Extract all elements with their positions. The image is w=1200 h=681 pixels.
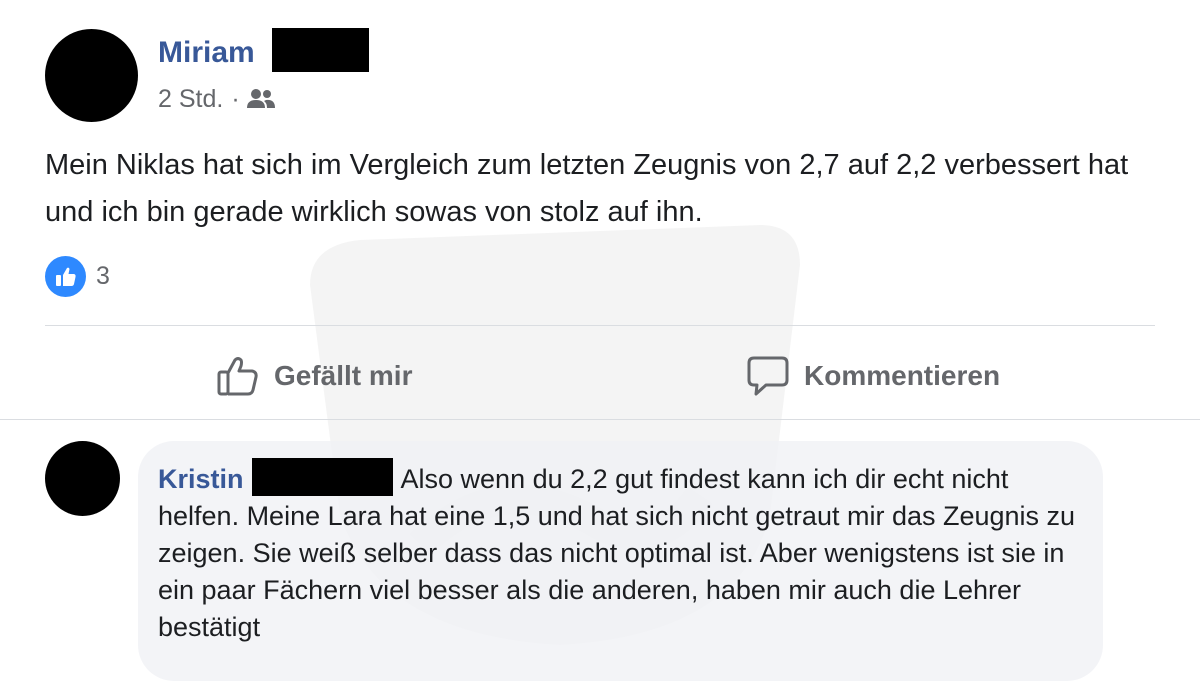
meta-separator: ·	[231, 85, 240, 113]
reaction-summary[interactable]: 3	[45, 256, 110, 297]
post-meta: 2 Std. ·	[158, 84, 276, 114]
comment-button-label: Kommentieren	[804, 360, 1001, 391]
post-timestamp[interactable]: 2 Std.	[158, 84, 223, 114]
like-button[interactable]: Gefällt mir	[216, 348, 412, 404]
comment-button[interactable]: Kommentieren	[746, 348, 1000, 404]
speech-bubble-icon	[747, 356, 789, 396]
divider	[0, 419, 1200, 420]
comment-author-avatar[interactable]	[45, 441, 120, 516]
redacted-surname	[272, 28, 369, 72]
comment-text-block: Kristin Also wenn du 2,2 gut findest kann…	[158, 458, 1078, 646]
post-text: Mein Niklas hat sich im Vergleich zum le…	[45, 149, 1129, 228]
comment-author-name[interactable]: Kristin	[158, 464, 244, 494]
friends-icon	[246, 88, 276, 110]
post-author-avatar[interactable]	[45, 29, 138, 122]
like-button-label: Gefällt mir	[274, 360, 413, 391]
post-author-name[interactable]: Miriam	[158, 34, 255, 72]
like-icon	[45, 256, 86, 297]
thumbs-up-icon	[217, 357, 258, 396]
reaction-count: 3	[96, 262, 110, 290]
redacted-surname	[251, 458, 393, 496]
divider	[45, 325, 1155, 326]
